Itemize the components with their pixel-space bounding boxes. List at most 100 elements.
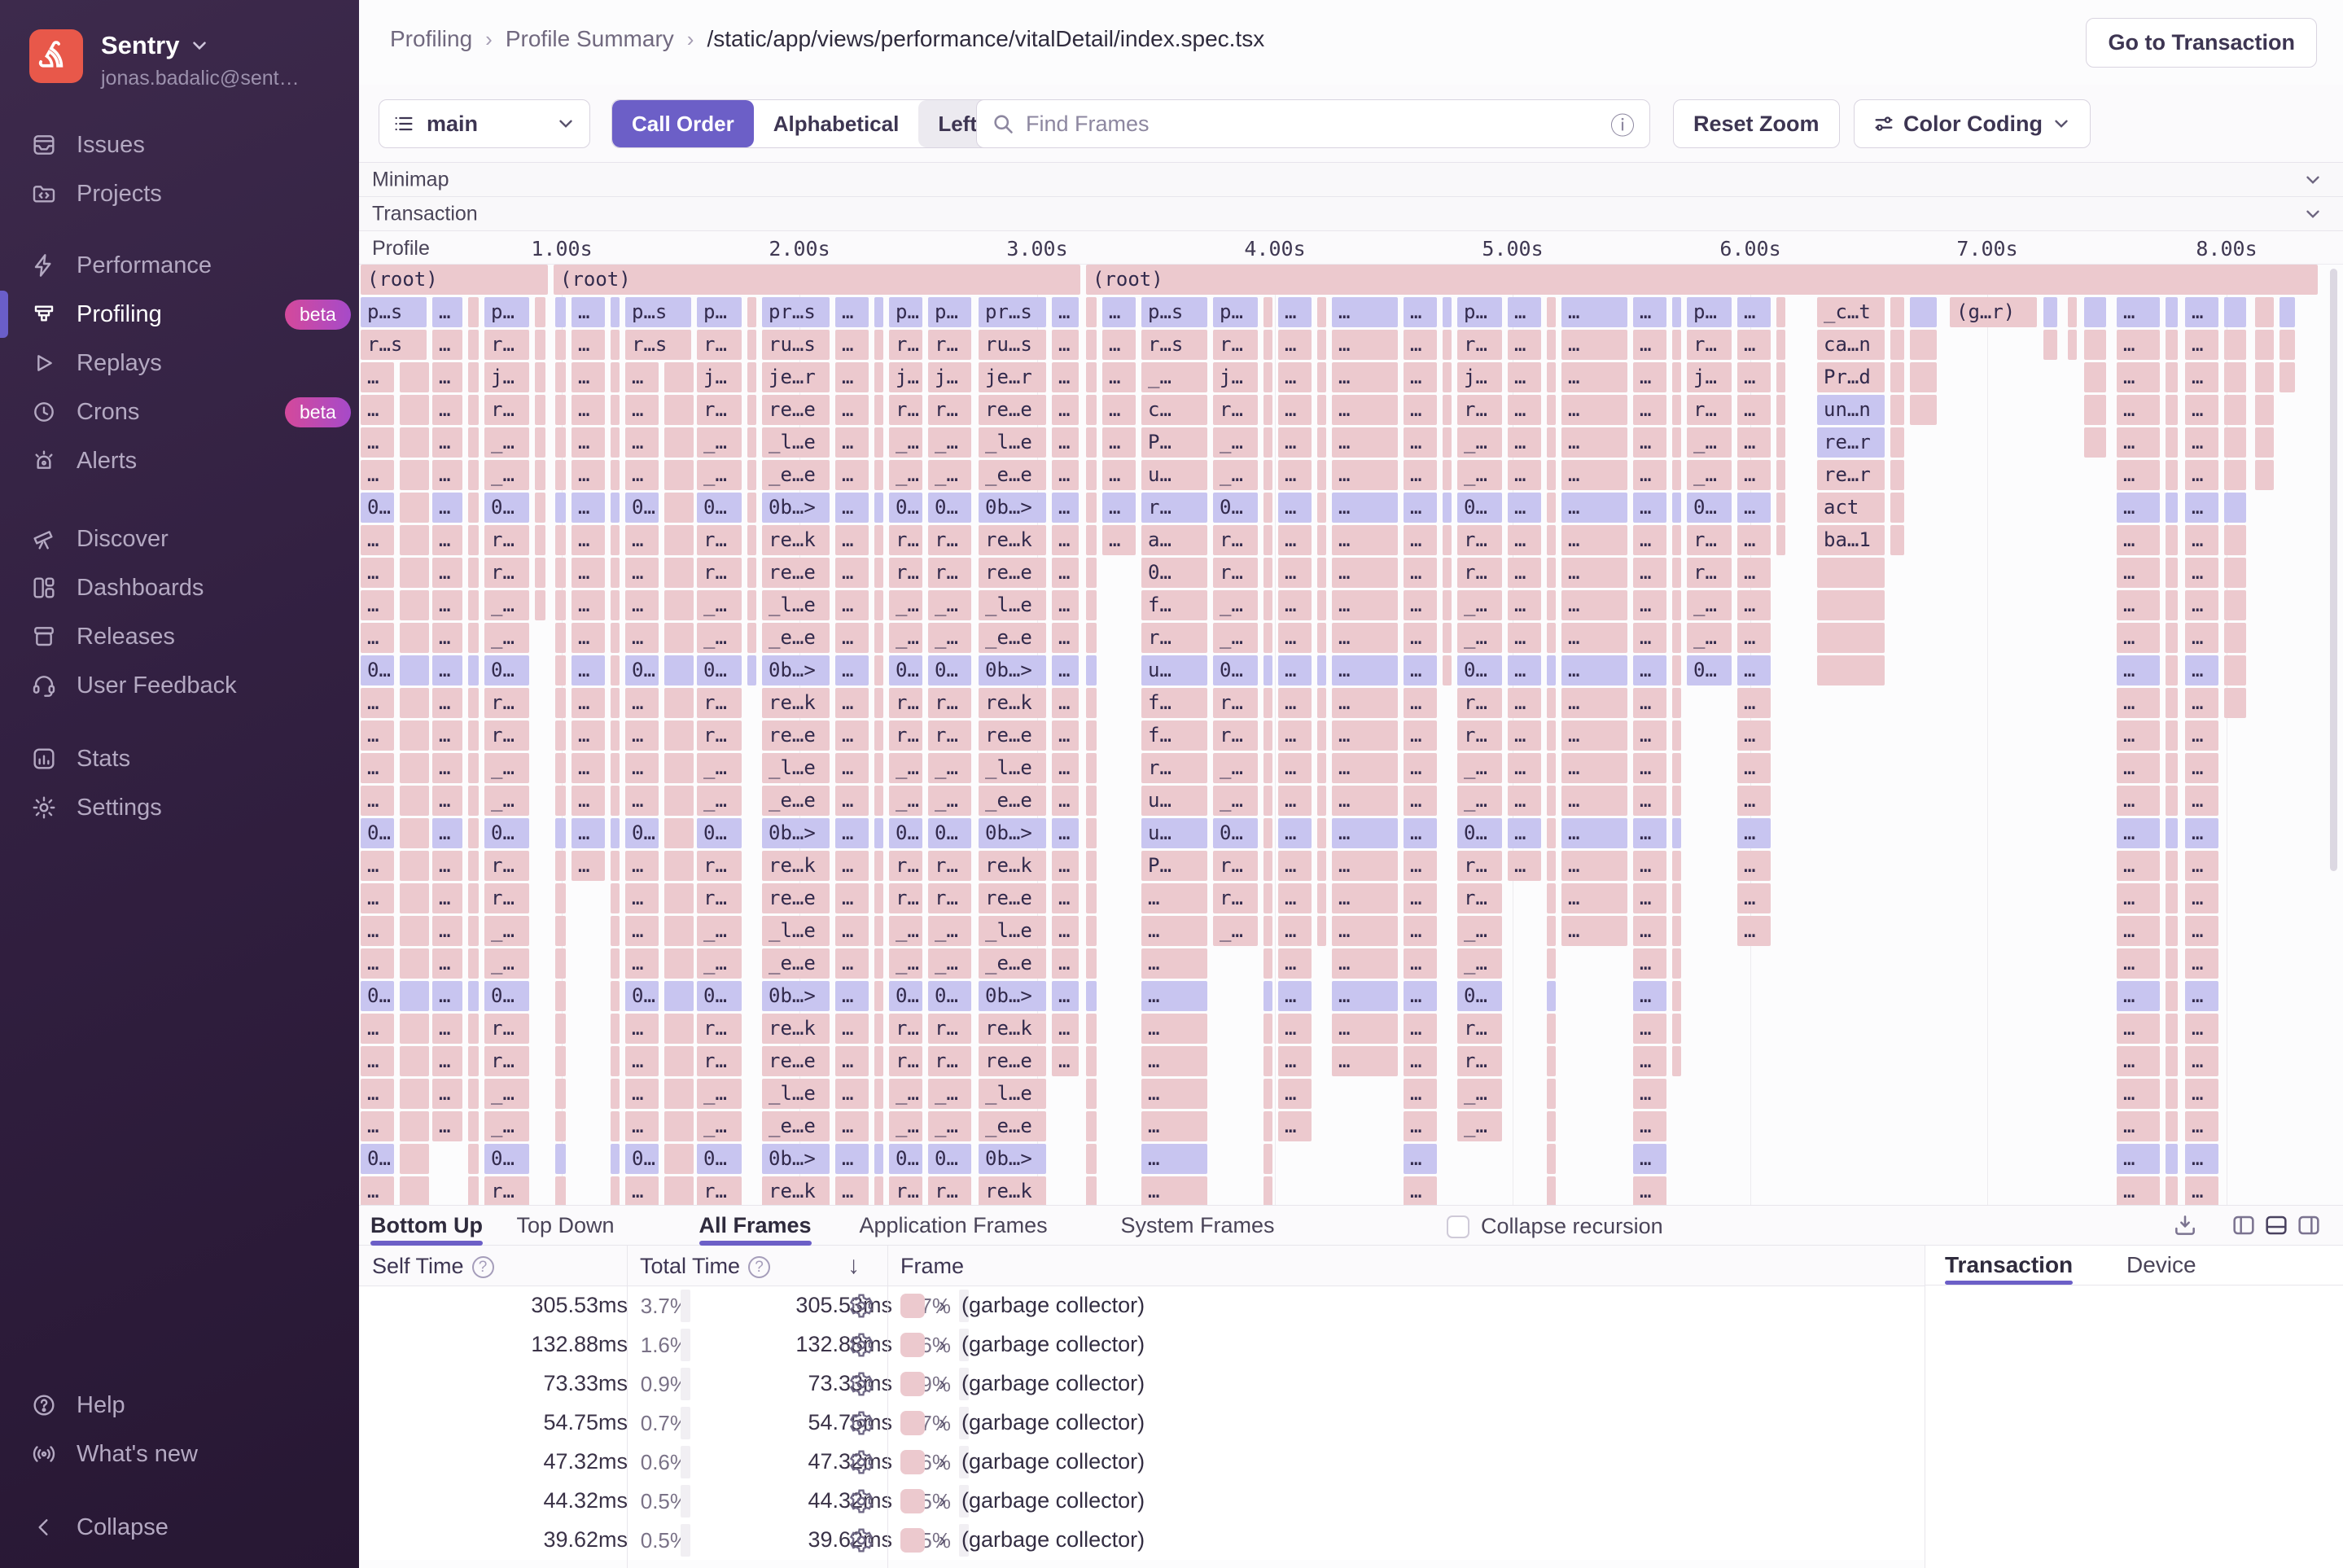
flame-cell[interactable]: r… [1213,851,1258,881]
flame-cell[interactable] [468,1046,479,1076]
flame-cell[interactable]: r… [484,883,529,913]
flame-cell[interactable]: (root) [554,265,1080,295]
flame-cell[interactable] [1086,688,1097,718]
flame-cell[interactable]: … [432,558,462,588]
gear-icon[interactable] [847,1448,875,1476]
flame-cell[interactable] [1317,688,1326,718]
flame-cell[interactable]: … [361,525,394,555]
flame-cell[interactable]: … [2185,395,2218,425]
flame-cell[interactable] [1263,623,1272,653]
gear-icon[interactable] [847,1526,875,1554]
flame-cell[interactable] [664,395,694,425]
flame-cell[interactable]: 0… [1213,493,1258,523]
flame-cell[interactable] [2166,427,2178,458]
flame-cell[interactable]: … [1633,851,1666,881]
flame-cell[interactable] [1263,1144,1272,1174]
flame-cell[interactable] [555,427,566,458]
flame-cell[interactable]: … [2185,948,2218,979]
flame-cell[interactable]: … [2117,688,2160,718]
flame-cell[interactable]: … [1102,395,1136,425]
flame-cell[interactable]: _e…e [979,786,1046,816]
flame-cell[interactable]: … [432,1111,462,1141]
flame-cell[interactable]: … [2185,1144,2218,1174]
flame-cell[interactable]: … [1633,981,1666,1011]
flame-cell[interactable]: 0… [361,818,394,848]
flame-cell[interactable] [468,1079,479,1109]
flame-cell[interactable]: … [2117,1079,2160,1109]
flame-cell[interactable] [1086,395,1097,425]
transaction-strip[interactable]: Transaction [359,197,2343,231]
flame-cell[interactable]: … [432,623,462,653]
flame-cell[interactable] [747,525,756,555]
flame-cell[interactable]: _… [697,460,742,490]
flame-cell[interactable]: … [1278,916,1312,946]
flame-cell[interactable] [874,916,883,946]
flame-cell[interactable]: … [1278,460,1312,490]
flame-cell[interactable] [468,558,479,588]
flame-cell[interactable]: … [432,395,462,425]
flame-cell[interactable]: … [1332,883,1398,913]
flame-cell[interactable]: … [1141,1046,1207,1076]
flame-cell[interactable]: _l…e [979,916,1046,946]
flame-cell[interactable]: … [1633,1046,1666,1076]
flame-cell[interactable]: … [2185,558,2218,588]
flame-cell[interactable]: … [1278,786,1312,816]
flame-cell[interactable] [1086,493,1097,523]
flame-cell[interactable] [611,786,620,816]
flame-cell[interactable]: … [1278,753,1312,783]
flame-cell[interactable]: … [1332,297,1398,327]
flame-cell[interactable]: r… [484,1176,529,1205]
flame-cell[interactable]: … [1633,362,1666,392]
flame-cell[interactable] [664,623,694,653]
frame-name[interactable]: (garbage collector) [961,1488,1145,1513]
sidebar-item-dashboards[interactable]: Dashboards [0,565,359,611]
flame-cell[interactable] [1672,1014,1681,1044]
flame-cell[interactable] [2224,655,2246,685]
flame-cell[interactable]: … [1633,883,1666,913]
flame-cell[interactable] [400,1111,429,1141]
flame-cell[interactable]: r… [697,558,742,588]
flame-cell[interactable]: r… [484,1046,529,1076]
flame-cell[interactable] [1547,623,1556,653]
flame-cell[interactable] [2166,981,2178,1011]
flame-cell[interactable]: r…s [625,330,691,360]
help-circle-icon[interactable]: ? [472,1256,494,1278]
frame-expand-chevron-icon[interactable]: › [939,1410,946,1435]
flame-cell[interactable] [874,753,883,783]
flame-cell[interactable]: … [1737,655,1771,685]
table-row[interactable]: 73.33ms0.9%73.33ms0.9%›(garbage collecto… [359,1364,1925,1404]
flame-cell[interactable] [1547,558,1556,588]
flame-cell[interactable] [1443,623,1452,653]
flame-cell[interactable] [555,330,566,360]
flame-cell[interactable] [2084,330,2106,360]
flame-cell[interactable] [747,362,756,392]
flame-cell[interactable] [1317,720,1326,751]
flame-cell[interactable] [1547,395,1556,425]
flame-cell[interactable]: j… [1457,362,1502,392]
flame-cell[interactable]: _… [484,623,529,653]
flame-cell[interactable] [468,1144,479,1174]
frame-name[interactable]: (garbage collector) [961,1449,1145,1474]
flame-cell[interactable]: … [2185,590,2218,620]
flame-cell[interactable]: _… [1687,623,1732,653]
flame-cell[interactable]: r… [928,1046,971,1076]
flame-cell[interactable]: … [1052,362,1079,392]
flame-cell[interactable] [400,916,429,946]
search-info-icon[interactable]: ⓘ [1610,106,1635,142]
flame-cell[interactable]: 0b…> [762,655,830,685]
flame-cell[interactable] [468,786,479,816]
flame-cell[interactable] [1547,1176,1556,1205]
flame-cell[interactable]: … [625,590,659,620]
flame-cell[interactable] [611,395,620,425]
flame-cell[interactable] [1443,427,1452,458]
flame-cell[interactable] [664,981,694,1011]
flame-cell[interactable]: 0… [928,655,971,685]
flame-cell[interactable]: … [2117,720,2160,751]
flame-cell[interactable] [664,720,694,751]
flame-cell[interactable] [535,297,545,327]
flame-cell[interactable]: j… [697,362,742,392]
flame-cell[interactable] [1086,883,1097,913]
flame-cell[interactable] [468,330,479,360]
flame-cell[interactable]: … [1561,590,1627,620]
flame-cell[interactable]: … [2117,623,2160,653]
